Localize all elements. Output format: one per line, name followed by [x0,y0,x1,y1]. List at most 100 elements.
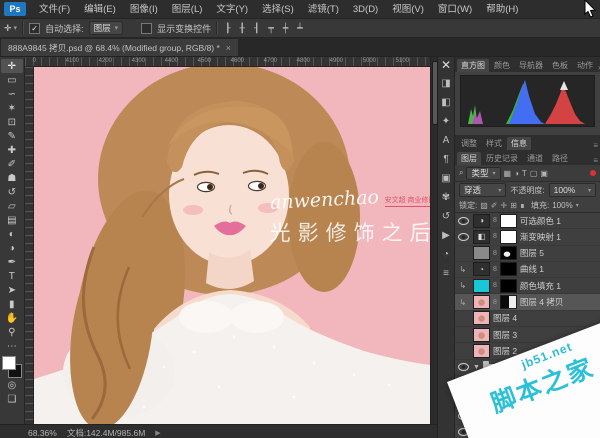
panel-menu-icon[interactable]: ≡ [593,156,598,165]
tab-adjustments[interactable]: 调整 [457,137,481,150]
tab-layers[interactable]: 图层 [457,152,481,165]
notes-icon[interactable]: ≡ [443,269,449,279]
tool-preset-picker[interactable]: ✛ ▾ [4,23,17,34]
type-tool[interactable]: T [1,269,23,283]
layer-row[interactable]: ↳ ◔ 8 曲线 1 [455,262,600,279]
fill-value[interactable]: 100% [552,201,572,210]
menu-3d[interactable]: 3D(D) [346,1,385,18]
layer-mask-thumbnail[interactable] [499,262,517,277]
history-brush-tool[interactable]: ↺ [1,185,23,199]
align-center-v-icon[interactable]: ┿ [281,23,290,34]
color-swatches[interactable] [1,356,22,378]
lock-pixels-icon[interactable]: ✐ [491,201,498,210]
visibility-eye-icon[interactable] [458,363,469,372]
tab-histogram[interactable]: 直方图 [457,59,489,72]
pixel-filter-icon[interactable]: ▦ [504,169,512,178]
layer-name[interactable]: 图层 2 [493,345,517,357]
styles-icon[interactable]: ✦ [442,117,450,127]
blend-mode-dropdown[interactable]: 穿透 ▾ [459,183,507,197]
layer-name[interactable]: 可选颜色 1 [520,215,561,227]
align-left-icon[interactable]: ┠ [223,23,232,34]
zoom-tool[interactable]: ⚲ [1,325,23,339]
lock-artboard-icon[interactable]: ⊞ [510,201,517,210]
quick-mask-button[interactable]: ◎ [1,378,23,392]
quick-selection-tool[interactable]: ✶ [1,101,23,115]
canvas[interactable]: anwenchao 安文超 商业修图 光影修饰之后 [33,67,430,424]
menu-edit[interactable]: 编辑(E) [77,1,123,18]
layer-name[interactable]: 颜色填充 1 [520,280,561,292]
layer-row[interactable]: 图层 4 [455,311,600,327]
eyedropper-tool[interactable]: ✎ [1,129,23,143]
layer-row-selected[interactable]: ↳ 8 图层 4 拷贝 [455,294,600,311]
menu-file[interactable]: 文件(F) [32,1,77,18]
layer-thumbnail[interactable] [473,246,490,261]
screen-mode-button[interactable]: ❏ [1,392,23,406]
menu-filter[interactable]: 滤镜(T) [301,1,346,18]
gradient-tool[interactable]: ▤ [1,213,23,227]
layer-row[interactable]: ↳ 8 颜色填充 1 [455,278,600,295]
timeline-icon[interactable]: ◔ [443,250,449,260]
adjustment-filter-icon[interactable]: ◑ [514,169,519,178]
layer-mask-thumbnail[interactable] [499,229,517,244]
align-right-icon[interactable]: ┨ [252,23,261,34]
blur-tool[interactable]: ◐ [1,227,23,241]
color-fill-thumbnail[interactable] [473,278,490,293]
visibility-eye-icon[interactable] [458,232,469,241]
layer-mask-thumbnail[interactable] [499,246,517,261]
layer-mask-thumbnail[interactable] [499,295,517,310]
layer-mask-thumbnail[interactable] [499,278,517,293]
layer-mask-thumbnail[interactable] [499,213,517,228]
tab-channels[interactable]: 通道 [523,152,547,165]
show-transform-checkbox[interactable] [141,22,153,34]
shape-filter-icon[interactable]: ▢ [530,169,538,178]
paragraph-panel-icon[interactable]: ¶ [443,155,448,165]
tab-styles[interactable]: 样式 [482,137,506,150]
character-panel-icon[interactable]: A [443,136,450,146]
tab-paths[interactable]: 路径 [548,152,572,165]
menu-window[interactable]: 窗口(W) [431,1,479,18]
smartobject-filter-icon[interactable]: ▣ [540,169,548,178]
layer-thumbnail[interactable] [473,343,490,358]
clone-stamp-tool[interactable]: ☗ [1,171,23,185]
tab-actions[interactable]: 动作 [573,59,597,72]
pen-tool[interactable]: ✒ [1,255,23,269]
layer-name[interactable]: 图层 3 [493,329,517,341]
actions-icon[interactable]: ▶ [442,231,450,241]
adjustments-icon[interactable]: ◧ [441,98,450,108]
clone-source-icon[interactable]: ▣ [441,174,450,184]
panel-menu-icon[interactable]: ≡ [593,141,598,150]
brush-settings-icon[interactable]: ✾ [442,193,450,203]
zoom-level-field[interactable]: 68.36% [28,428,57,438]
move-tool[interactable]: ✛ [0,59,23,73]
healing-brush-tool[interactable]: ✚ [1,143,23,157]
type-filter-icon[interactable]: T [522,169,527,178]
lock-transparent-icon[interactable]: ▨ [480,201,488,210]
layer-name[interactable]: 曲线 1 [520,263,544,275]
menu-select[interactable]: 选择(S) [255,1,301,18]
layer-thumbnail[interactable] [473,295,490,310]
menu-help[interactable]: 帮助(H) [479,1,525,18]
align-bottom-icon[interactable]: ┷ [295,23,304,34]
filter-type-dropdown[interactable]: 类型 ▾ [466,166,501,180]
tab-swatches[interactable]: 色板 [548,59,572,72]
brush-tool[interactable]: ✐ [1,157,23,171]
shape-tool[interactable]: ▮ [1,297,23,311]
tab-info[interactable]: 信息 [507,137,531,150]
layer-name[interactable]: 图层 4 拷贝 [520,296,563,308]
filter-toggle-icon[interactable] [590,170,596,176]
tab-history[interactable]: 历史记录 [482,152,522,165]
lasso-tool[interactable]: ∽ [1,87,23,101]
layer-name[interactable]: 图层 4 [493,312,517,324]
lock-all-icon[interactable]: ∎ [520,201,525,210]
scrollbar-thumb[interactable] [431,61,438,125]
menu-type[interactable]: 文字(Y) [209,1,255,18]
layer-row[interactable]: 8 图层 5 [455,246,600,262]
eraser-tool[interactable]: ▱ [1,199,23,213]
visibility-eye-icon[interactable] [458,216,469,225]
auto-select-dropdown[interactable]: 图层 ▾ [88,21,124,35]
tab-color[interactable]: 颜色 [490,59,514,72]
menu-view[interactable]: 视图(V) [385,1,431,18]
layer-name[interactable]: 图层 5 [520,247,544,259]
marquee-tool[interactable]: ▭ [1,73,23,87]
foreground-color-swatch[interactable] [1,356,16,370]
